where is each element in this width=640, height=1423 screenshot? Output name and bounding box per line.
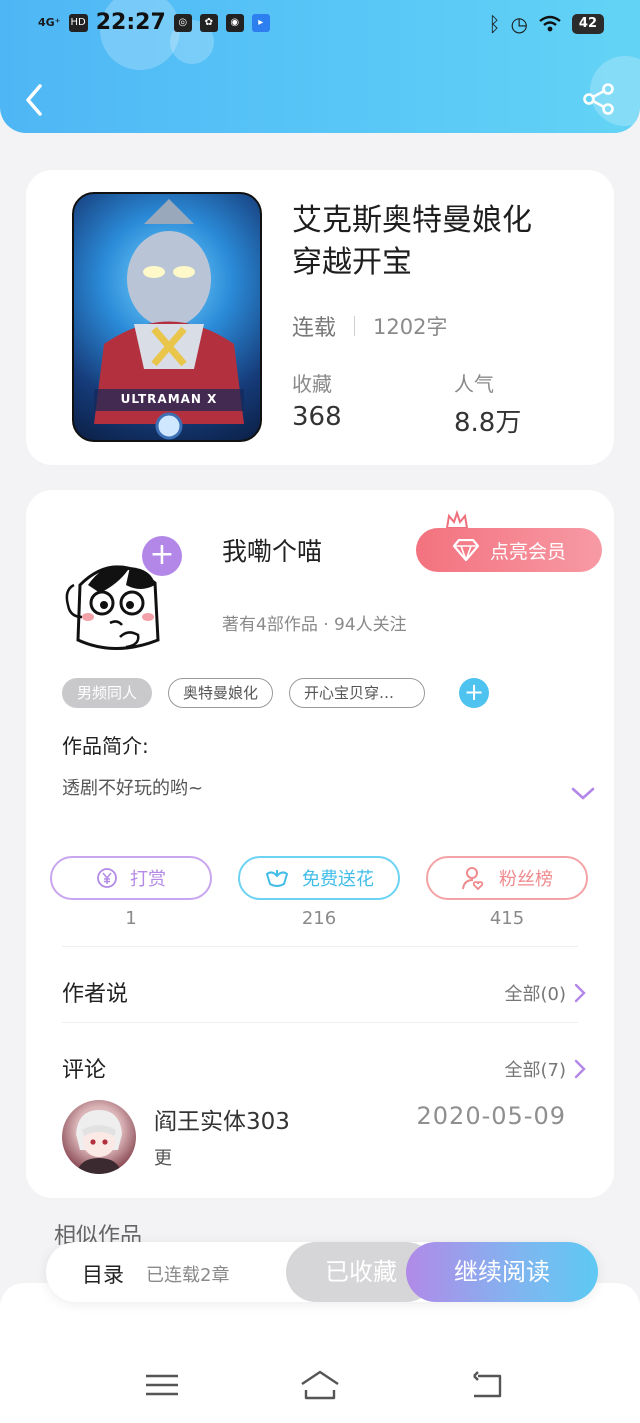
bluetooth-icon: ᛒ bbox=[488, 12, 501, 36]
word-count: 1202字 bbox=[373, 315, 448, 339]
book-meta: 连载 1202字 bbox=[292, 310, 447, 342]
wechat-icon: ✿ bbox=[199, 13, 218, 32]
comments-more-label: 全部(7) bbox=[504, 1060, 567, 1081]
chevron-down-icon[interactable] bbox=[570, 786, 596, 802]
reading-action-bar: 目录 已连载2章 已收藏 继续阅读 bbox=[46, 1242, 598, 1302]
author-says-title: 作者说 bbox=[62, 982, 129, 1007]
intro-title: 作品简介: bbox=[62, 734, 149, 758]
wifi-icon bbox=[539, 15, 561, 32]
clock: 22:27 bbox=[95, 10, 166, 35]
camera-icon: ◉ bbox=[225, 13, 244, 32]
hd-icon: HD bbox=[68, 13, 88, 32]
top-header: 4G⁺ HD 22:27 ◎ ✿ ◉ ▸ ᛒ ◷ 42 bbox=[0, 0, 640, 133]
chevron-right-icon bbox=[574, 983, 586, 1003]
status-bar: 4G⁺ HD 22:27 ◎ ✿ ◉ ▸ ᛒ ◷ 42 bbox=[0, 0, 640, 48]
divider bbox=[62, 946, 578, 947]
fans-label: 粉丝榜 bbox=[499, 869, 553, 890]
message-icon: ◎ bbox=[173, 13, 192, 32]
flower-icon bbox=[265, 870, 289, 887]
flower-label: 免费送花 bbox=[302, 869, 374, 890]
details-card: + 我嘞个喵 著有4部作品 · 94人关注 点亮会员 男频同人 奥特曼娘化 开心… bbox=[26, 490, 614, 1198]
book-cover[interactable]: ULTRAMAN X bbox=[72, 192, 262, 442]
vip-button-label: 点亮会员 bbox=[489, 540, 566, 563]
reward-button[interactable]: 打赏 bbox=[50, 856, 212, 900]
divider bbox=[62, 1022, 578, 1023]
author-says-more-link[interactable]: 全部(0) bbox=[505, 980, 587, 1006]
intro-text: 透剧不好玩的哟~ bbox=[62, 778, 204, 799]
commenter-name[interactable]: 阎王实体303 bbox=[154, 1102, 290, 1136]
toc-button[interactable]: 目录 bbox=[82, 1259, 124, 1289]
tag-item[interactable]: 男频同人 bbox=[62, 678, 153, 708]
chevron-right-icon bbox=[574, 1059, 586, 1079]
add-tag-button[interactable]: + bbox=[459, 678, 490, 708]
continue-reading-button[interactable]: 继续阅读 bbox=[406, 1242, 598, 1302]
vip-button[interactable]: 点亮会员 bbox=[416, 528, 602, 572]
tag-list: 男频同人 奥特曼娘化 开心宝贝穿… + bbox=[62, 678, 490, 708]
reward-label: 打赏 bbox=[130, 869, 166, 890]
user-heart-icon bbox=[462, 867, 484, 891]
book-title: 艾克斯奥特曼娘化 穿越开宝 bbox=[292, 203, 532, 280]
chapter-count[interactable]: 已连载2章 bbox=[146, 1261, 229, 1287]
popularity-value: 8.8万 bbox=[454, 408, 522, 438]
comment-date: 2020-05-09 bbox=[416, 1102, 566, 1130]
tag-item[interactable]: 开心宝贝穿… bbox=[289, 678, 426, 708]
comments-more-link[interactable]: 全部(7) bbox=[505, 1056, 587, 1082]
meta-separator bbox=[354, 316, 356, 336]
home-icon[interactable] bbox=[298, 1368, 342, 1402]
back-icon[interactable] bbox=[468, 1368, 508, 1402]
back-arrow-icon[interactable] bbox=[20, 80, 50, 120]
favorites-label: 收藏 bbox=[292, 372, 332, 396]
menu-icon[interactable] bbox=[142, 1368, 182, 1402]
comments-title: 评论 bbox=[62, 1058, 107, 1083]
fans-ranking-button[interactable]: 粉丝榜 bbox=[426, 856, 588, 900]
alarm-icon: ◷ bbox=[510, 12, 528, 36]
bottom-nav-area bbox=[0, 1283, 640, 1423]
battery-indicator: 42 bbox=[571, 14, 604, 34]
app-notification-icon: ▸ bbox=[251, 13, 270, 32]
signal-indicator: 4G⁺ bbox=[38, 16, 61, 29]
yuan-coin-icon bbox=[97, 868, 117, 888]
commenter-avatar[interactable] bbox=[62, 1100, 136, 1174]
tag-item[interactable]: 奥特曼娘化 bbox=[168, 678, 274, 708]
send-flower-button[interactable]: 免费送花 bbox=[238, 856, 400, 900]
author-says-more-label: 全部(0) bbox=[504, 984, 567, 1005]
fans-count: 415 bbox=[489, 908, 525, 929]
flower-count: 216 bbox=[301, 908, 337, 929]
favorites-value: 368 bbox=[292, 402, 342, 432]
comment-text[interactable]: 更 bbox=[154, 1144, 172, 1170]
book-info-card: ULTRAMAN X 艾克斯奥特曼娘化 穿越开宝 连载 1202字 收藏 368… bbox=[26, 170, 614, 465]
author-stats: 著有4部作品 · 94人关注 bbox=[222, 615, 407, 635]
cover-title-text: ULTRAMAN X bbox=[120, 392, 218, 406]
popularity-label: 人气 bbox=[454, 372, 494, 396]
reward-count: 1 bbox=[125, 908, 137, 929]
follow-author-button[interactable]: + bbox=[142, 536, 182, 576]
author-name: 我嘞个喵 bbox=[222, 537, 323, 566]
diamond-icon bbox=[452, 539, 480, 561]
serial-status: 连载 bbox=[292, 316, 337, 341]
share-icon[interactable] bbox=[582, 82, 616, 116]
